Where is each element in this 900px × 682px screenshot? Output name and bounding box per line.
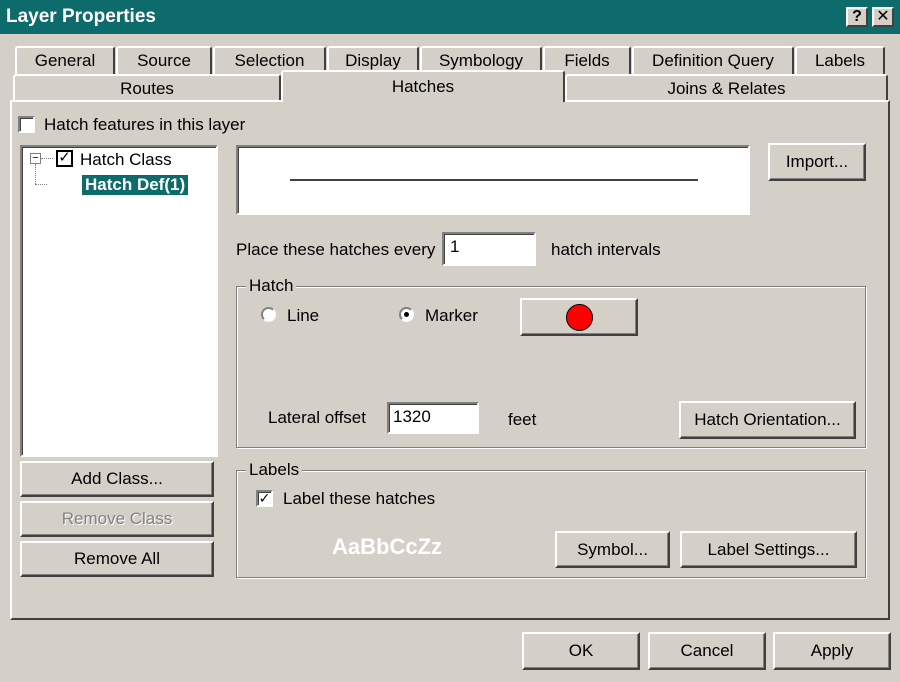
tab-source[interactable]: Source [116, 46, 212, 74]
tab-hatches[interactable]: Hatches [281, 70, 565, 102]
title-bar[interactable]: Layer Properties ? ✕ [0, 0, 900, 34]
lateral-offset-input[interactable]: 1320 [387, 402, 479, 434]
hatch-orientation-button[interactable]: Hatch Orientation... [679, 401, 856, 439]
hatch-preview [236, 145, 750, 215]
import-button[interactable]: Import... [768, 143, 866, 181]
label-hatches-label: Label these hatches [283, 489, 436, 508]
interval-suffix-label: hatch intervals [551, 240, 661, 259]
tree-item-hatch-def[interactable]: Hatch Def(1) [82, 175, 189, 195]
active-tab-joint [283, 99, 563, 103]
tab-definition-query[interactable]: Definition Query [632, 46, 794, 74]
marker-radio-label: Marker [425, 306, 478, 325]
hatch-class-tree[interactable]: − ✓ Hatch Class Hatch Def(1) [20, 145, 218, 457]
preview-line [290, 179, 698, 181]
tree-connector [35, 164, 36, 184]
add-class-button[interactable]: Add Class... [20, 461, 214, 497]
tab-general[interactable]: General [15, 46, 115, 74]
tab-joins-relates[interactable]: Joins & Relates [565, 74, 888, 102]
window-title: Layer Properties [6, 6, 156, 27]
remove-all-button[interactable]: Remove All [20, 541, 214, 577]
symbol-button[interactable]: Symbol... [555, 531, 670, 568]
line-radio[interactable] [261, 307, 276, 322]
label-settings-button[interactable]: Label Settings... [680, 531, 857, 568]
red-circle-marker-icon [565, 303, 593, 331]
help-button[interactable]: ? [846, 7, 868, 27]
line-radio-label: Line [287, 306, 320, 325]
hatch-group-title: Hatch [246, 276, 297, 296]
tree-item-hatch-class[interactable]: Hatch Class [80, 150, 172, 170]
hatch-features-label: Hatch features in this layer [44, 115, 246, 134]
tab-routes[interactable]: Routes [13, 74, 281, 102]
tab-labels[interactable]: Labels [795, 46, 885, 74]
marker-symbol-button[interactable] [520, 298, 638, 336]
apply-button[interactable]: Apply [773, 632, 891, 670]
tree-connector [35, 184, 47, 185]
hatch-class-checkbox[interactable]: ✓ [56, 150, 73, 167]
interval-prefix-label: Place these hatches every [236, 240, 436, 259]
marker-radio[interactable] [399, 307, 414, 322]
labels-group-title: Labels [246, 460, 303, 480]
label-hatches-checkbox[interactable]: ✓ [256, 490, 273, 507]
remove-class-button[interactable]: Remove Class [20, 501, 214, 537]
interval-input[interactable]: 1 [442, 232, 536, 266]
ok-button[interactable]: OK [522, 632, 640, 670]
close-button[interactable]: ✕ [872, 7, 894, 27]
offset-unit-label: feet [508, 410, 537, 429]
radio-selected-dot [404, 312, 409, 317]
label-sample-text: AaBbCcZz [332, 534, 443, 559]
lateral-offset-label: Lateral offset [268, 408, 366, 427]
hatch-features-checkbox[interactable] [18, 116, 35, 133]
cancel-button[interactable]: Cancel [648, 632, 766, 670]
tree-connector [41, 158, 53, 159]
collapse-icon[interactable]: − [30, 153, 41, 164]
